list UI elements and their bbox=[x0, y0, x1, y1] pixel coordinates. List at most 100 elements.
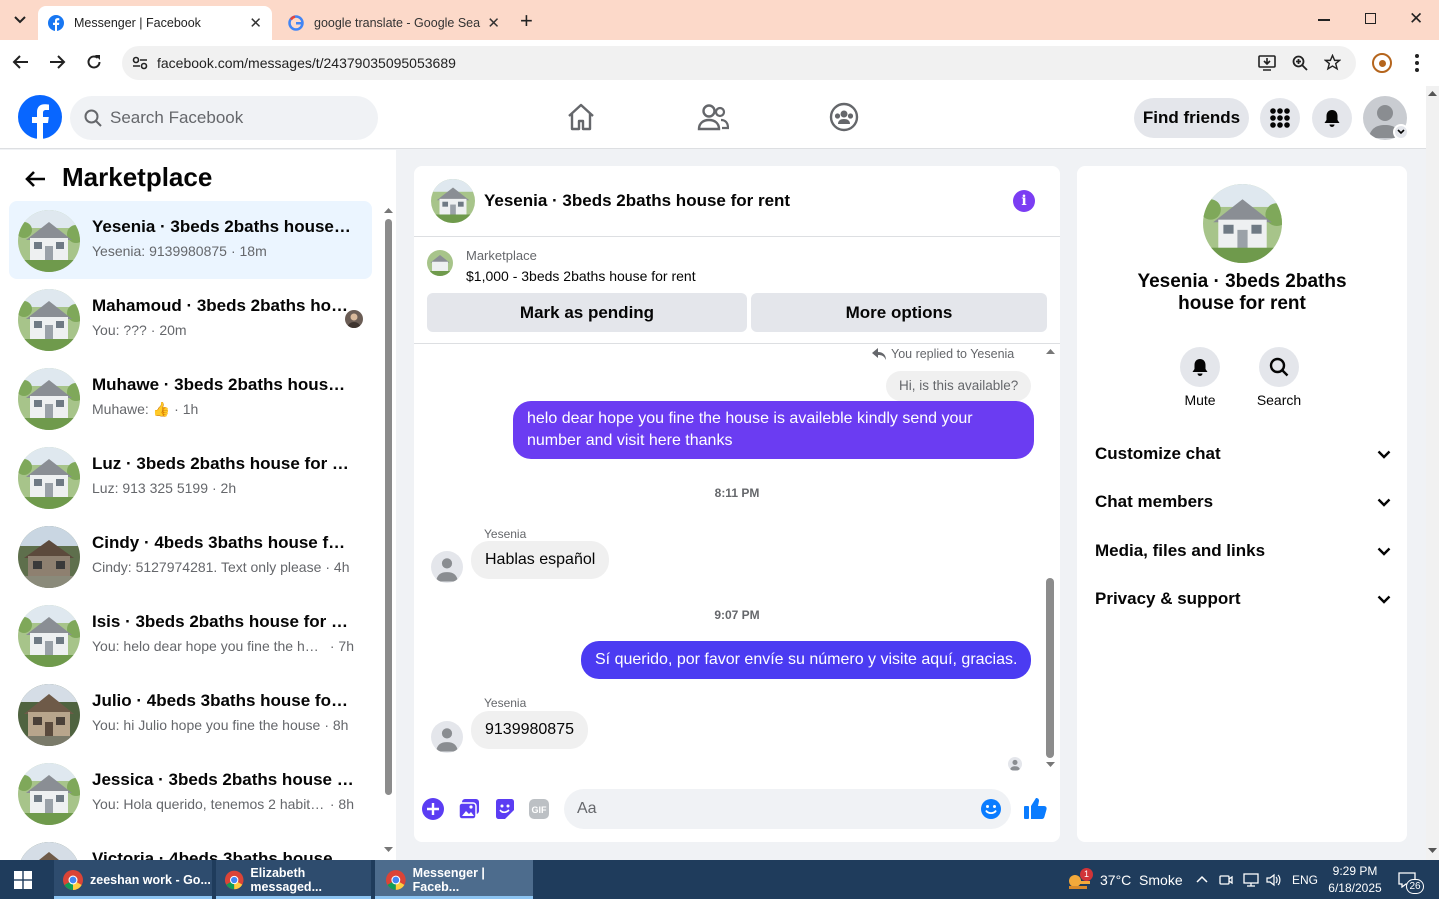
back-icon[interactable] bbox=[12, 53, 30, 76]
sidebar-scrollbar[interactable] bbox=[383, 205, 394, 860]
conversation-item[interactable]: Cindy · 4beds 3baths house for rent Cindy… bbox=[9, 517, 372, 595]
sender-avatar[interactable] bbox=[431, 551, 463, 583]
conversation-item[interactable]: Isis · 3beds 2baths house for rent You: h… bbox=[9, 596, 372, 674]
plus-circle-icon[interactable] bbox=[422, 798, 444, 820]
conversation-item[interactable]: Jessica · 3beds 2baths house for rent You… bbox=[9, 754, 372, 832]
media-files-links-section[interactable]: Media, files and links bbox=[1095, 531, 1391, 571]
message-bubble-incoming[interactable]: Hablas español bbox=[471, 541, 610, 579]
conversation-preview: You: helo dear hope you fine the house · … bbox=[92, 638, 354, 654]
taskbar-item-chrome-1[interactable]: zeeshan work - Go... bbox=[54, 860, 212, 899]
listing-source: Marketplace bbox=[466, 248, 537, 263]
taskbar-item-chrome-2[interactable]: Elizabeth messaged... bbox=[216, 860, 371, 899]
chat-avatar[interactable] bbox=[431, 179, 475, 223]
bookmark-star-icon[interactable] bbox=[1324, 54, 1341, 71]
conversation-time: · 4h bbox=[325, 559, 350, 575]
conversation-avatar bbox=[18, 684, 80, 746]
network-icon[interactable] bbox=[1243, 873, 1259, 887]
maximize-icon[interactable] bbox=[1365, 13, 1376, 24]
tab-google-translate[interactable]: google translate - Google Search ✕ bbox=[278, 6, 510, 40]
conversation-preview: You: hi Julio hope you fine the house · 8… bbox=[92, 717, 349, 733]
replied-indicator: You replied to Yesenia bbox=[872, 347, 1014, 361]
conversation-avatar bbox=[18, 763, 80, 825]
conversation-item[interactable]: Luz · 3beds 2baths house for rent Luz: 91… bbox=[9, 438, 372, 516]
home-icon[interactable] bbox=[566, 102, 596, 132]
close-tab-icon[interactable]: ✕ bbox=[249, 14, 262, 32]
friends-icon[interactable] bbox=[697, 103, 729, 131]
search-in-conversation-button[interactable] bbox=[1259, 347, 1299, 387]
conversation-item[interactable]: Yesenia · 3beds 2baths house for rent Yes… bbox=[9, 201, 372, 279]
clock-date[interactable]: 6/18/2025 bbox=[1325, 881, 1385, 895]
sender-avatar[interactable] bbox=[431, 721, 463, 753]
facebook-logo-icon[interactable] bbox=[18, 95, 62, 139]
search-facebook-input[interactable]: Search Facebook bbox=[70, 96, 378, 140]
conversation-item[interactable]: Julio · 4beds 3baths house for rent You: … bbox=[9, 675, 372, 753]
chevron-down-icon bbox=[1377, 547, 1391, 556]
mute-button[interactable] bbox=[1180, 347, 1220, 387]
new-tab-icon[interactable]: + bbox=[520, 8, 533, 34]
windows-start-icon[interactable] bbox=[14, 871, 32, 889]
thread-scrollbar[interactable] bbox=[1044, 344, 1056, 774]
url-field[interactable]: facebook.com/messages/t/2437903509505368… bbox=[122, 46, 1356, 80]
thumbs-up-icon[interactable] bbox=[1023, 796, 1048, 820]
groups-icon[interactable] bbox=[829, 102, 859, 132]
volume-icon[interactable] bbox=[1266, 873, 1281, 887]
conversation-preview: You: Hola querido, tenemos 2 habitacione… bbox=[92, 796, 354, 812]
zoom-icon[interactable] bbox=[1292, 55, 1308, 71]
conversation-item[interactable]: Mahamoud · 3beds 2baths house for rent Yo… bbox=[9, 280, 372, 358]
photo-icon[interactable] bbox=[458, 798, 480, 820]
clock-time[interactable]: 9:29 PM bbox=[1325, 864, 1385, 878]
sidebar-scroll-thumb[interactable] bbox=[385, 219, 392, 795]
tab-messenger[interactable]: Messenger | Facebook ✕ bbox=[38, 6, 272, 40]
chat-members-section[interactable]: Chat members bbox=[1095, 482, 1391, 522]
profile-icon[interactable] bbox=[1372, 53, 1392, 73]
chat-title[interactable]: Yesenia · 3beds 2baths house for rent bbox=[484, 191, 790, 211]
install-app-icon[interactable] bbox=[1258, 55, 1276, 71]
conversation-info-button[interactable]: i bbox=[1013, 190, 1035, 212]
privacy-support-section[interactable]: Privacy & support bbox=[1095, 579, 1391, 619]
message-bubble-incoming[interactable]: 9139980875 bbox=[471, 711, 588, 749]
minimize-icon[interactable] bbox=[1318, 19, 1330, 21]
close-window-icon[interactable]: ✕ bbox=[1409, 9, 1423, 29]
conversation-item[interactable]: Muhawe · 3beds 2baths house for rent Muha… bbox=[9, 359, 372, 437]
tab-search-dropdown[interactable] bbox=[6, 6, 34, 34]
forward-icon[interactable] bbox=[48, 53, 66, 76]
weather-widget[interactable]: 1 37°C Smoke bbox=[1066, 860, 1183, 899]
listing-thumb[interactable] bbox=[427, 250, 453, 276]
menu-grid-button[interactable] bbox=[1260, 98, 1300, 138]
message-bubble-outgoing[interactable]: Sí querido, por favor envíe su número y … bbox=[581, 641, 1032, 679]
listing-title[interactable]: $1,000 - 3beds 2baths house for rent bbox=[466, 268, 696, 284]
taskbar-item-chrome-3[interactable]: Messenger | Faceb... bbox=[375, 860, 533, 899]
house-photo-icon bbox=[18, 289, 80, 351]
details-avatar[interactable] bbox=[1203, 184, 1282, 263]
notifications-button[interactable] bbox=[1312, 98, 1352, 138]
quoted-message[interactable]: Hi, is this available? bbox=[886, 371, 1032, 401]
message-input[interactable]: Aa bbox=[564, 789, 1011, 829]
back-arrow-icon[interactable] bbox=[24, 170, 46, 188]
tray-chevron-up-icon[interactable] bbox=[1196, 875, 1208, 883]
house-photo-icon bbox=[18, 368, 80, 430]
close-tab-icon[interactable]: ✕ bbox=[487, 14, 500, 32]
meet-icon[interactable] bbox=[1219, 873, 1233, 887]
site-info-icon[interactable] bbox=[132, 56, 148, 70]
conversation-time: · 18m bbox=[230, 243, 267, 259]
reload-icon[interactable] bbox=[85, 53, 103, 76]
house-photo-icon bbox=[427, 250, 453, 276]
emoji-icon[interactable] bbox=[980, 798, 1002, 820]
page-scrollbar[interactable] bbox=[1426, 86, 1439, 860]
thread-scroll-thumb[interactable] bbox=[1046, 578, 1054, 758]
gif-icon[interactable]: GIF bbox=[528, 798, 550, 820]
browser-menu-icon[interactable] bbox=[1415, 54, 1419, 72]
mark-as-pending-button[interactable]: Mark as pending bbox=[427, 293, 747, 332]
account-chevron-icon[interactable] bbox=[1393, 124, 1409, 140]
sticker-icon[interactable] bbox=[494, 798, 516, 820]
message-bubble-outgoing[interactable]: helo dear hope you fine the house is ava… bbox=[513, 401, 1034, 459]
house-photo-icon bbox=[18, 210, 80, 272]
house-photo-icon bbox=[18, 763, 80, 825]
find-friends-button[interactable]: Find friends bbox=[1134, 98, 1249, 138]
customize-chat-section[interactable]: Customize chat bbox=[1095, 434, 1391, 474]
more-options-button[interactable]: More options bbox=[751, 293, 1047, 332]
conversation-name: Yesenia · 3beds 2baths house for rent bbox=[92, 217, 354, 236]
svg-text:GIF: GIF bbox=[532, 805, 548, 815]
grid-menu-icon bbox=[1270, 108, 1290, 128]
language-indicator[interactable]: ENG bbox=[1292, 873, 1318, 887]
